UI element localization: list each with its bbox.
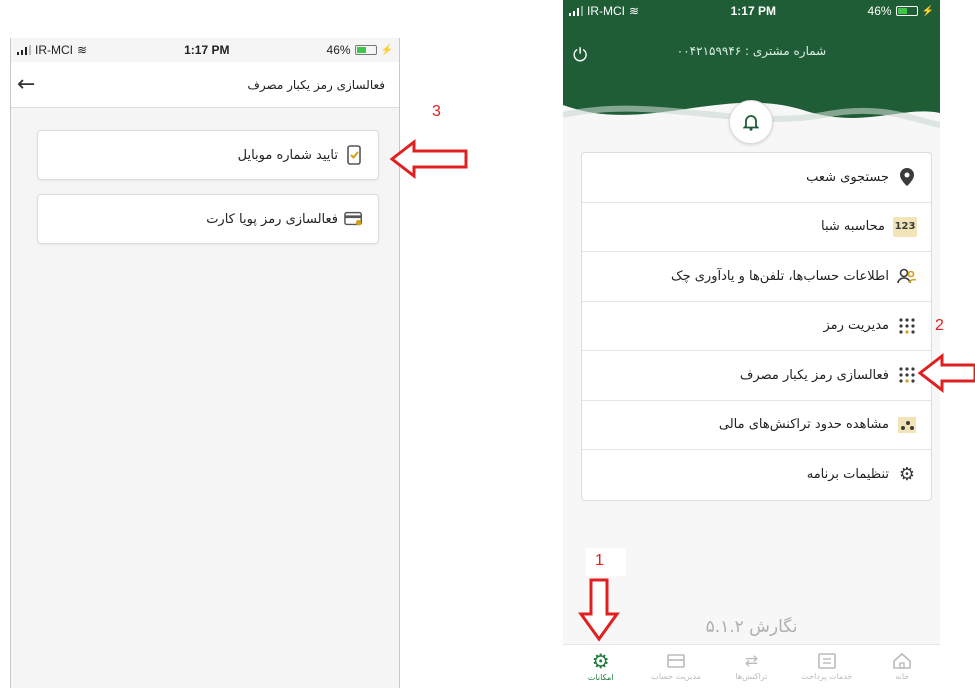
- wifi-icon: ≋: [77, 43, 88, 57]
- battery-icon: [354, 45, 377, 55]
- contacts-icon: [897, 266, 917, 286]
- menu-item-accounts-info[interactable]: اطلاعات حساب‌ها، تلفن‌ها و یادآوری چک: [582, 252, 931, 302]
- menu-item-branch-search[interactable]: جستجوی شعب: [582, 153, 931, 203]
- clock: 1:17 PM: [730, 4, 776, 18]
- menu-item-label: اطلاعات حساب‌ها، تلفن‌ها و یادآوری چک: [670, 268, 889, 284]
- tab-label: تراکنش‌ها: [735, 672, 768, 681]
- annotation-1: 1: [595, 552, 604, 569]
- annotation-arrow-left-3: [390, 138, 468, 180]
- menu-item-otp-activation[interactable]: فعالسازی رمز یکبار مصرف: [582, 351, 931, 401]
- chart-dots-icon: [897, 415, 917, 435]
- tab-label: خدمات پرداخت: [801, 672, 853, 681]
- battery-percent: 46%: [326, 43, 351, 57]
- card-dynamic-pin-label: فعالسازی رمز پویا کارت: [206, 211, 338, 227]
- notifications-bell-icon[interactable]: [729, 100, 773, 144]
- tab-label: خانه: [895, 672, 910, 681]
- annotation-arrow-down-1: [578, 578, 620, 642]
- card-dynamic-pin-card[interactable]: فعالسازی رمز پویا کارت: [37, 194, 379, 244]
- tab-home[interactable]: خانه: [867, 652, 937, 681]
- customer-number: شماره مشتری : ۰۰۴۲۱۵۹۹۴۶: [676, 44, 827, 58]
- battery-icon: [895, 6, 918, 16]
- menu-item-label: مشاهده حدود تراکنش‌های مالی: [718, 417, 889, 433]
- wifi-icon: ≋: [629, 4, 640, 18]
- payment-icon: [818, 653, 836, 669]
- gear-icon: ⚙: [898, 464, 916, 486]
- tab-label: مدیریت حساب: [651, 672, 701, 681]
- numbers-123-icon: 123: [893, 216, 917, 237]
- back-arrow-icon[interactable]: ←: [17, 73, 35, 96]
- battery-status: 46% ⚡: [327, 43, 393, 57]
- carrier-name: IR-MCI: [587, 4, 625, 18]
- features-menu: جستجوی شعب محاسبه شبا 123 اطلاعات حساب‌ه…: [581, 152, 932, 501]
- tab-label: امکانات: [587, 673, 614, 682]
- battery-status: 46% ⚡: [868, 4, 934, 18]
- phone-check-icon: [344, 145, 364, 165]
- card-key-icon: [344, 209, 364, 229]
- keypad-icon: [897, 365, 917, 385]
- wallet-icon: [667, 654, 685, 668]
- clock: 1:17 PM: [184, 43, 230, 57]
- annotation-2: 2: [935, 317, 944, 334]
- menu-item-pin-management[interactable]: مدیریت رمز: [582, 302, 931, 351]
- menu-item-sheba[interactable]: محاسبه شبا 123: [582, 203, 931, 252]
- annotation-3: 3: [432, 103, 441, 120]
- transfer-icon: ⇄: [744, 651, 759, 670]
- charging-icon: ⚡: [921, 5, 934, 17]
- home-icon: [893, 652, 912, 669]
- bottom-tab-bar: ⚙ امکانات مدیریت حساب ⇄ تراکنش‌ها خدمات …: [563, 644, 940, 688]
- menu-item-label: مدیریت رمز: [823, 318, 889, 334]
- page-title: فعالسازی رمز یکبار مصرف: [247, 77, 385, 92]
- tab-features[interactable]: ⚙ امکانات: [566, 651, 636, 682]
- menu-item-label: فعالسازی رمز یکبار مصرف: [739, 367, 889, 383]
- status-bar: IR-MCI ≋ 1:17 PM 46% ⚡: [11, 38, 399, 62]
- battery-percent: 46%: [867, 4, 892, 18]
- menu-item-label: جستجوی شعب: [806, 169, 889, 185]
- carrier-signal: IR-MCI ≋: [569, 4, 639, 18]
- gear-icon: ⚙: [591, 649, 610, 673]
- keypad-icon: [897, 316, 917, 336]
- menu-item-transaction-limits[interactable]: مشاهده حدود تراکنش‌های مالی: [582, 401, 931, 450]
- annotation-1-box: [586, 548, 626, 576]
- annotation-arrow-left-2: [918, 352, 975, 394]
- verify-mobile-label: تایید شماره موبایل: [237, 147, 338, 163]
- otp-activation-screen: IR-MCI ≋ 1:17 PM 46% ⚡ ← فعالسازی رمز یک…: [10, 38, 400, 688]
- page-header: ← فعالسازی رمز یکبار مصرف: [11, 62, 399, 108]
- power-icon[interactable]: ⏻: [573, 45, 587, 66]
- verify-mobile-card[interactable]: تایید شماره موبایل: [37, 130, 379, 180]
- carrier-signal: IR-MCI ≋: [17, 43, 87, 57]
- menu-item-label: تنظیمات برنامه: [806, 467, 889, 483]
- tab-payment-services[interactable]: خدمات پرداخت: [792, 652, 862, 681]
- carrier-name: IR-MCI: [35, 43, 73, 57]
- status-bar: IR-MCI ≋ 1:17 PM 46% ⚡: [563, 0, 940, 22]
- signal-icon: [569, 6, 583, 16]
- charging-icon: ⚡: [380, 44, 393, 56]
- menu-item-app-settings[interactable]: تنظیمات برنامه ⚙: [582, 450, 931, 500]
- tab-transactions[interactable]: ⇄ تراکنش‌ها: [716, 651, 786, 682]
- signal-icon: [17, 45, 31, 55]
- menu-item-label: محاسبه شبا: [820, 219, 885, 235]
- tab-account-management[interactable]: مدیریت حساب: [641, 652, 711, 681]
- location-pin-icon: [897, 167, 917, 187]
